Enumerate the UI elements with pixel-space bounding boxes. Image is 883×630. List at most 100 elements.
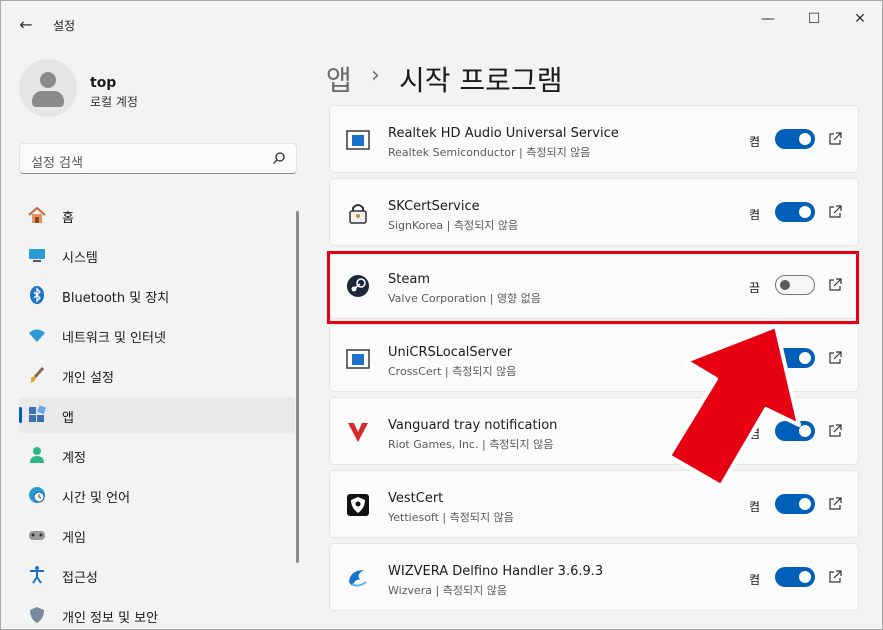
sidebar-item-label: 앱: [62, 411, 74, 426]
app-impact: 측정되지 않음: [452, 365, 517, 378]
open-external-icon[interactable]: [827, 423, 843, 439]
app-name: UniCRSLocalServer: [388, 345, 513, 360]
app-impact: 측정되지 않음: [442, 584, 507, 597]
app-details: Realtek Semiconductor | 측정되지 않음: [388, 144, 590, 160]
active-indicator: [19, 407, 22, 423]
title-bar: ← 설정 — ☐ ✕: [1, 1, 882, 47]
app-publisher: SignKorea: [388, 219, 444, 232]
window-app-icon: [346, 128, 370, 152]
sidebar-item-label: 개인 정보 및 보안: [62, 611, 159, 626]
open-external-icon[interactable]: [827, 350, 843, 366]
person-icon: [27, 445, 47, 465]
account-type: 로컬 계정: [90, 95, 138, 109]
sidebar-item-8[interactable]: 게임: [19, 517, 295, 553]
sidebar-item-label: 게임: [62, 531, 86, 546]
sidebar-item-10[interactable]: 개인 정보 및 보안: [19, 597, 295, 629]
toggle-state-label: 켬: [749, 573, 761, 587]
shield-icon: [27, 605, 47, 625]
app-name: SKCertService: [388, 199, 480, 214]
details-separator: |: [478, 438, 490, 451]
app-impact: 측정되지 않음: [449, 511, 514, 524]
search-input[interactable]: 설정 검색: [19, 143, 297, 174]
details-separator: |: [515, 146, 527, 159]
accessibility-icon: [27, 565, 47, 585]
startup-app-row: Realtek HD Audio Universal Service Realte…: [329, 105, 859, 173]
sidebar-scrollbar[interactable]: [296, 211, 299, 563]
sidebar-item-0[interactable]: 홈: [19, 197, 295, 233]
sidebar-item-label: 네트워크 및 인터넷: [62, 331, 166, 346]
home-icon: [27, 205, 47, 225]
settings-window: ← 설정 — ☐ ✕ top 로컬 계정 설정 검색 홈시스템 Bluetooth…: [0, 0, 883, 630]
minimize-button[interactable]: —: [753, 9, 783, 29]
sidebar-item-label: 시간 및 언어: [62, 491, 131, 506]
app-impact: 측정되지 않음: [453, 219, 519, 232]
monitor-icon: [27, 245, 47, 265]
details-separator: |: [441, 365, 453, 378]
app-name: Realtek HD Audio Universal Service: [388, 126, 619, 141]
startup-toggle[interactable]: [775, 129, 815, 149]
open-external-icon[interactable]: [827, 131, 843, 147]
toggle-state-label: 켬: [749, 208, 761, 222]
app-name: VestCert: [388, 491, 444, 506]
startup-app-row: SKCertService SignKorea | 측정되지 않음 켬: [329, 178, 859, 246]
sidebar-item-6[interactable]: 계정: [19, 437, 295, 473]
open-external-icon[interactable]: [827, 496, 843, 512]
sidebar-item-label: 계정: [62, 451, 86, 466]
app-publisher: Riot Games, Inc.: [388, 438, 479, 451]
gamepad-icon: [27, 525, 47, 545]
startup-toggle[interactable]: [775, 494, 815, 514]
lock-cert-icon: [346, 201, 370, 225]
vestcert-icon: [346, 493, 370, 517]
back-arrow-icon[interactable]: ←: [13, 13, 39, 37]
maximize-button[interactable]: ☐: [799, 9, 829, 29]
globe-clock-icon: [27, 485, 47, 505]
open-external-icon[interactable]: [827, 569, 843, 585]
apps-icon: [27, 405, 47, 425]
open-external-icon[interactable]: [827, 204, 843, 220]
sidebar-item-9[interactable]: 접근성: [19, 557, 295, 593]
startup-app-row: WIZVERA Delfino Handler 3.6.9.3 Wizvera |…: [329, 543, 859, 611]
app-details: Riot Games, Inc. | 측정되지 않음: [388, 436, 553, 452]
app-publisher: Wizvera: [388, 584, 433, 597]
user-name: top: [90, 75, 117, 91]
sidebar-item-label: 접근성: [62, 571, 98, 586]
brush-icon: [27, 365, 47, 385]
sidebar-item-5[interactable]: 앱: [19, 397, 295, 433]
app-details: SignKorea | 측정되지 않음: [388, 217, 518, 233]
sidebar-item-label: 개인 설정: [62, 371, 114, 386]
bluetooth-icon: [27, 285, 47, 305]
toggle-state-label: 켬: [749, 135, 761, 149]
app-name: WIZVERA Delfino Handler 3.6.9.3: [388, 564, 604, 579]
app-impact: 측정되지 않음: [489, 438, 554, 451]
app-details: Yettiesoft | 측정되지 않음: [388, 509, 514, 525]
sidebar-item-label: Bluetooth 및 장치: [62, 291, 170, 306]
sidebar-item-3[interactable]: 네트워크 및 인터넷: [19, 317, 295, 353]
app-details: CrossCert | 측정되지 않음: [388, 363, 516, 379]
sidebar-item-4[interactable]: 개인 설정: [19, 357, 295, 393]
avatar[interactable]: [19, 59, 77, 117]
sidebar-item-label: 시스템: [62, 251, 98, 266]
sidebar-item-label: 홈: [62, 211, 74, 226]
delfino-icon: [346, 566, 370, 590]
details-separator: |: [438, 511, 450, 524]
breadcrumb-parent[interactable]: 앱: [326, 59, 352, 99]
app-name: Vanguard tray notification: [388, 418, 558, 433]
annotation-highlight-box: [327, 251, 859, 324]
window-app-icon: [346, 347, 370, 371]
toggle-state-label: 켬: [749, 500, 761, 514]
annotation-arrow: [667, 324, 801, 488]
startup-toggle[interactable]: [775, 202, 815, 222]
breadcrumb-separator: ›: [371, 63, 380, 88]
app-title: 설정: [53, 19, 76, 33]
close-button[interactable]: ✕: [845, 9, 875, 29]
search-icon: [273, 152, 285, 164]
details-separator: |: [443, 219, 454, 232]
app-details: Wizvera | 측정되지 않음: [388, 582, 507, 598]
sidebar-item-1[interactable]: 시스템: [19, 237, 295, 273]
startup-toggle[interactable]: [775, 567, 815, 587]
wifi-icon: [27, 325, 47, 345]
sidebar-item-2[interactable]: Bluetooth 및 장치: [19, 277, 295, 313]
sidebar-item-7[interactable]: 시간 및 언어: [19, 477, 295, 513]
app-publisher: Yettiesoft: [388, 511, 439, 524]
search-placeholder: 설정 검색: [31, 156, 83, 171]
